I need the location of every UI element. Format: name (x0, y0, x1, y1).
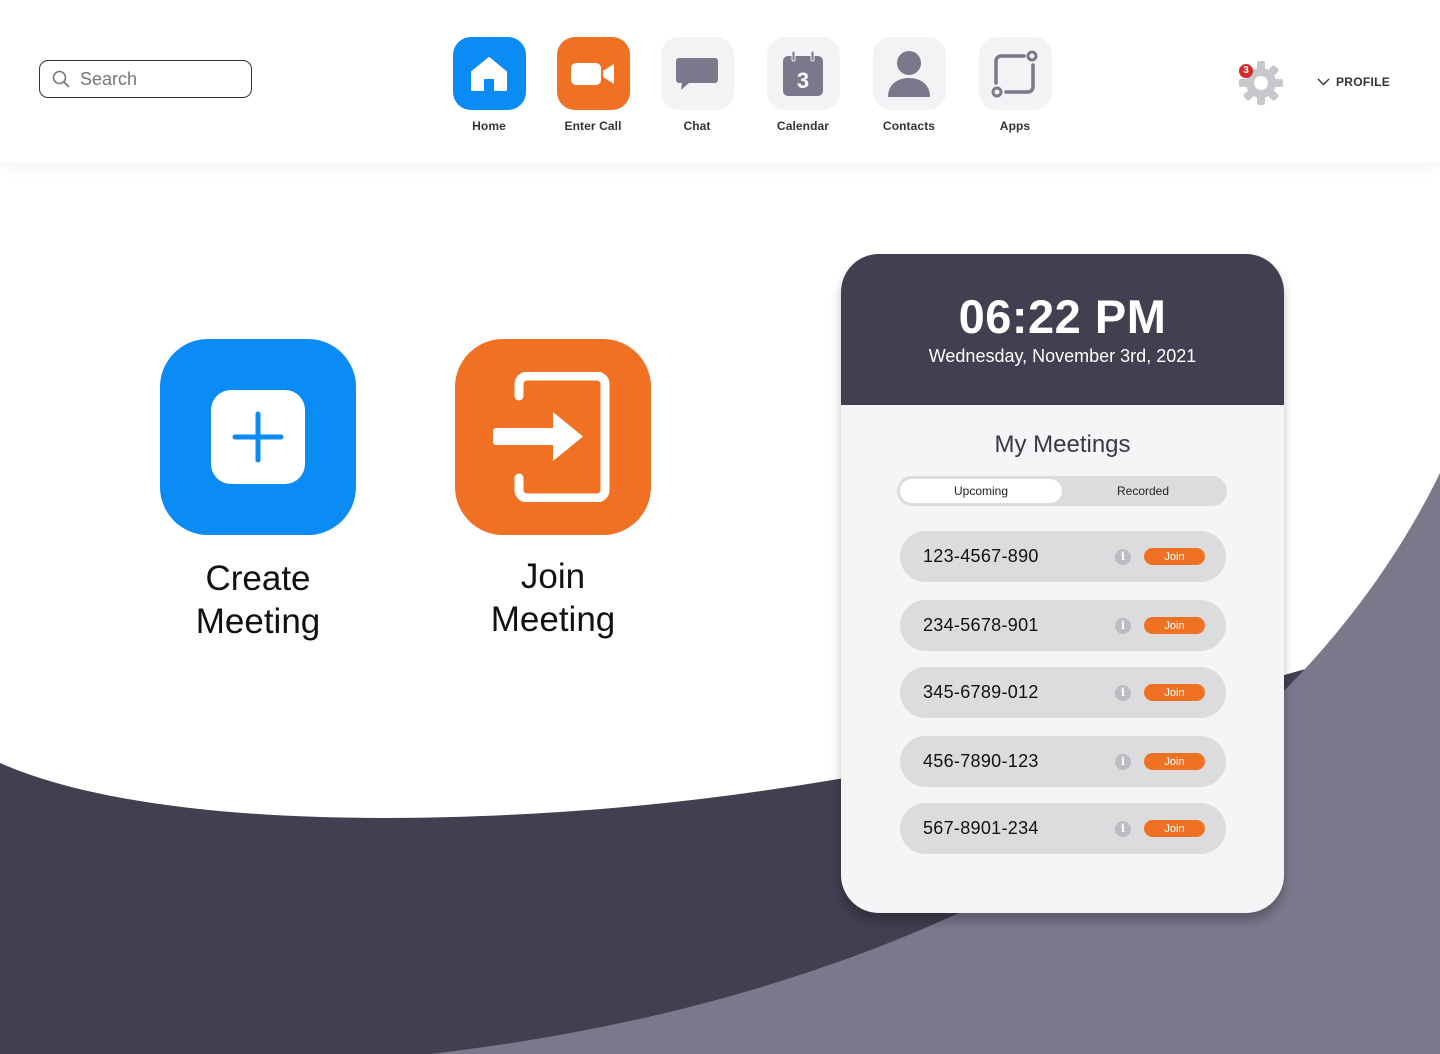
search-bar[interactable] (39, 60, 252, 98)
nav-label-enter-call: Enter Call (564, 119, 622, 133)
info-icon[interactable]: i (1115, 820, 1131, 837)
create-meeting-tile (160, 339, 356, 535)
meeting-id: 567-8901-234 (923, 818, 1039, 838)
meeting-row: 567-8901-234 i Join (900, 803, 1226, 854)
info-icon[interactable]: i (1115, 753, 1131, 770)
sign-in-icon (493, 372, 610, 502)
meetings-panel: 06:22 PM Wednesday, November 3rd, 2021 M… (841, 254, 1284, 913)
video-camera-icon (556, 37, 630, 110)
tab-upcoming[interactable]: Upcoming (900, 479, 1062, 503)
meeting-row: 456-7890-123 i Join (900, 736, 1226, 787)
meeting-row: 234-5678-901 i Join (900, 600, 1226, 651)
apps-icon (978, 37, 1052, 110)
nav-label-apps: Apps (999, 119, 1031, 133)
nav-label-calendar: Calendar (776, 119, 830, 133)
meeting-id: 123-4567-890 (923, 546, 1039, 566)
nav-apps[interactable]: Apps (978, 37, 1052, 133)
search-icon (52, 70, 70, 88)
nav-label-home: Home (472, 119, 506, 133)
info-icon[interactable]: i (1115, 548, 1131, 565)
meeting-row: 123-4567-890 i Join (900, 531, 1226, 582)
meetings-tabs: Upcoming Recorded (897, 476, 1227, 506)
nav-calendar[interactable]: 3 Calendar (766, 37, 840, 133)
calendar-icon: 3 (766, 37, 840, 110)
join-meeting-tile (455, 339, 651, 535)
profile-label: PROFILE (1336, 75, 1391, 89)
join-button[interactable]: Join (1144, 617, 1205, 634)
join-button[interactable]: Join (1144, 820, 1205, 837)
join-meeting-button[interactable]: Join Meeting (455, 339, 651, 641)
plus-icon (211, 390, 305, 484)
clock-time: 06:22 PM (958, 290, 1167, 343)
nav-enter-call[interactable]: Enter Call (556, 37, 630, 133)
search-input[interactable] (78, 67, 242, 91)
chat-bubble-icon (660, 37, 734, 110)
join-meeting-label: Join Meeting (490, 557, 616, 639)
chevron-down-icon (1317, 78, 1330, 86)
calendar-day: 3 (797, 68, 809, 93)
nav-label-contacts: Contacts (882, 119, 936, 133)
profile-menu[interactable]: PROFILE (1317, 75, 1390, 89)
join-button[interactable]: Join (1144, 548, 1205, 565)
create-meeting-button[interactable]: Create Meeting (160, 339, 356, 643)
meeting-id: 345-6789-012 (923, 682, 1039, 702)
info-icon[interactable]: i (1115, 617, 1131, 634)
tab-recorded[interactable]: Recorded (1062, 479, 1224, 503)
clock-date: Wednesday, November 3rd, 2021 (928, 346, 1197, 366)
top-bar: Home Enter Call Chat 3 C (0, 0, 1440, 163)
clock-header: 06:22 PM Wednesday, November 3rd, 2021 (841, 254, 1284, 405)
nav-contacts[interactable]: Contacts (872, 37, 946, 133)
meeting-id: 234-5678-901 (923, 615, 1039, 635)
create-meeting-label: Create Meeting (195, 559, 321, 641)
nav-chat[interactable]: Chat (660, 37, 734, 133)
join-button[interactable]: Join (1144, 684, 1205, 701)
home-icon (452, 37, 526, 110)
meeting-id: 456-7890-123 (923, 751, 1039, 771)
notification-badge: 3 (1239, 64, 1253, 78)
join-button[interactable]: Join (1144, 753, 1205, 770)
person-icon (872, 37, 946, 110)
nav-label-chat: Chat (683, 119, 711, 133)
info-icon[interactable]: i (1115, 684, 1131, 701)
meetings-title: My Meetings (994, 431, 1131, 458)
meeting-row: 345-6789-012 i Join (900, 667, 1226, 718)
nav-home[interactable]: Home (452, 37, 526, 133)
